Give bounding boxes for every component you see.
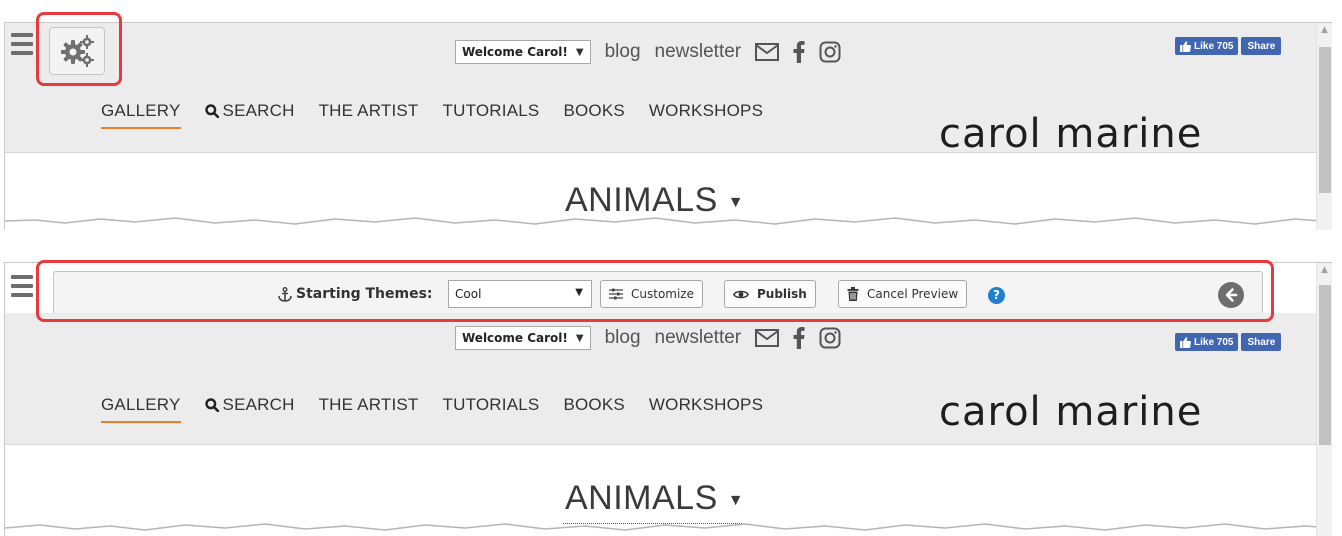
nav-item-tutorials[interactable]: TUTORIALS bbox=[443, 395, 540, 415]
nav-item-search-label: SEARCH bbox=[222, 101, 295, 120]
facebook-buttons: Like 705 Share bbox=[1175, 37, 1282, 55]
nav-item-books[interactable]: BOOKS bbox=[563, 101, 624, 121]
publish-label: Publish bbox=[757, 287, 807, 301]
nav-item-gallery[interactable]: GALLERY bbox=[101, 101, 181, 129]
torn-edge bbox=[5, 523, 1332, 536]
facebook-like-button[interactable]: Like 705 bbox=[1175, 37, 1239, 55]
facebook-icon[interactable] bbox=[793, 41, 805, 63]
starting-themes-text: Starting Themes: bbox=[296, 286, 433, 302]
newsletter-link[interactable]: newsletter bbox=[655, 41, 742, 63]
eye-icon bbox=[733, 290, 749, 298]
scrollbar-thumb[interactable] bbox=[1319, 285, 1331, 445]
nav-item-search-label: SEARCH bbox=[222, 395, 295, 414]
nav-item-gallery[interactable]: GALLERY bbox=[101, 395, 181, 423]
newsletter-link[interactable]: newsletter bbox=[655, 327, 742, 349]
facebook-like-button[interactable]: Like 705 bbox=[1175, 333, 1239, 351]
thumbs-up-icon bbox=[1180, 40, 1191, 52]
facebook-share-button[interactable]: Share bbox=[1241, 333, 1282, 351]
instagram-icon[interactable] bbox=[819, 41, 841, 63]
nav-item-workshops[interactable]: WORKSHOPS bbox=[649, 101, 763, 121]
nav-item-workshops[interactable]: WORKSHOPS bbox=[649, 395, 763, 415]
nav-item-the-artist[interactable]: THE ARTIST bbox=[319, 101, 419, 121]
envelope-icon[interactable] bbox=[755, 43, 780, 61]
page-title[interactable]: ANIMALS ▼ bbox=[563, 479, 745, 524]
page-title-label: ANIMALS bbox=[565, 479, 718, 517]
help-icon[interactable]: ? bbox=[988, 287, 1005, 304]
nav-item-books[interactable]: BOOKS bbox=[563, 395, 624, 415]
search-icon bbox=[204, 104, 219, 118]
blog-link[interactable]: blog bbox=[605, 41, 641, 63]
publish-button[interactable]: Publish bbox=[724, 280, 816, 308]
facebook-icon[interactable] bbox=[793, 327, 805, 349]
facebook-like-label: Like 705 bbox=[1194, 40, 1234, 52]
caret-down-icon: ▼ bbox=[575, 332, 584, 344]
caret-down-icon: ▼ bbox=[727, 491, 745, 509]
blog-link[interactable]: blog bbox=[605, 327, 641, 349]
main-nav: GALLERY SEARCH THE ARTIST TUTORIALS BOOK… bbox=[101, 101, 787, 129]
trash-icon bbox=[847, 287, 859, 301]
welcome-label: Welcome Carol! bbox=[462, 45, 568, 59]
browser-panel-before: Welcome Carol! ▼ blog newsletter Like 70… bbox=[4, 22, 1332, 230]
nav-item-search[interactable]: SEARCH bbox=[204, 395, 295, 415]
scrollbar-thumb[interactable] bbox=[1319, 47, 1331, 193]
customize-label: Customize bbox=[631, 287, 694, 301]
hamburger-icon[interactable] bbox=[11, 33, 33, 60]
starting-themes-label: Starting Themes: bbox=[278, 286, 433, 302]
nav-item-search[interactable]: SEARCH bbox=[204, 101, 295, 121]
scroll-up-icon[interactable]: ▲ bbox=[1321, 25, 1328, 35]
gears-icon bbox=[61, 35, 94, 67]
scroll-up-icon[interactable]: ▲ bbox=[1321, 265, 1328, 275]
hamburger-icon[interactable] bbox=[11, 275, 33, 302]
page-title-label: ANIMALS bbox=[565, 181, 718, 219]
customize-button[interactable]: Customize bbox=[600, 280, 703, 308]
page-title[interactable]: ANIMALS ▼ bbox=[565, 181, 744, 220]
back-arrow-icon[interactable] bbox=[1218, 282, 1244, 308]
account-bar: Welcome Carol! ▼ blog newsletter bbox=[455, 39, 841, 65]
welcome-dropdown[interactable]: Welcome Carol! ▼ bbox=[455, 326, 591, 350]
search-icon bbox=[204, 398, 219, 412]
cancel-preview-label: Cancel Preview bbox=[867, 287, 959, 301]
thumbs-up-icon bbox=[1180, 336, 1191, 348]
cancel-preview-button[interactable]: Cancel Preview bbox=[838, 280, 968, 308]
browser-panel-after: Starting Themes: Cool ▼ Customize Publis… bbox=[4, 262, 1332, 536]
torn-edge bbox=[5, 217, 1332, 230]
nav-item-the-artist[interactable]: THE ARTIST bbox=[319, 395, 419, 415]
theme-select-value: Cool bbox=[455, 287, 482, 301]
vertical-scrollbar[interactable]: ▲ bbox=[1316, 263, 1332, 536]
instagram-icon[interactable] bbox=[819, 327, 841, 349]
nav-item-tutorials[interactable]: TUTORIALS bbox=[443, 101, 540, 121]
caret-down-icon: ▼ bbox=[575, 287, 583, 298]
vertical-scrollbar[interactable]: ▲ bbox=[1316, 23, 1332, 230]
site-logo[interactable]: carol marine bbox=[939, 111, 1202, 157]
site-header: Welcome Carol! ▼ blog newsletter Like 70… bbox=[5, 23, 1316, 157]
theme-toolbar: Starting Themes: Cool ▼ Customize Publis… bbox=[53, 271, 1263, 317]
welcome-dropdown[interactable]: Welcome Carol! ▼ bbox=[455, 40, 591, 64]
facebook-buttons: Like 705 Share bbox=[1175, 333, 1282, 351]
sliders-icon bbox=[609, 288, 623, 300]
caret-down-icon: ▼ bbox=[727, 193, 745, 211]
envelope-icon[interactable] bbox=[755, 329, 780, 347]
facebook-like-label: Like 705 bbox=[1194, 336, 1234, 348]
main-nav: GALLERY SEARCH THE ARTIST TUTORIALS BOOK… bbox=[101, 395, 787, 423]
settings-gears-button[interactable] bbox=[49, 27, 105, 75]
facebook-share-button[interactable]: Share bbox=[1241, 37, 1282, 55]
anchor-icon bbox=[278, 286, 292, 302]
site-logo[interactable]: carol marine bbox=[939, 389, 1202, 435]
caret-down-icon: ▼ bbox=[575, 46, 584, 58]
account-bar: Welcome Carol! ▼ blog newsletter bbox=[455, 325, 841, 351]
site-header: Welcome Carol! ▼ blog newsletter Like 70… bbox=[5, 313, 1316, 445]
theme-select[interactable]: Cool ▼ bbox=[448, 280, 592, 308]
welcome-label: Welcome Carol! bbox=[462, 331, 568, 345]
